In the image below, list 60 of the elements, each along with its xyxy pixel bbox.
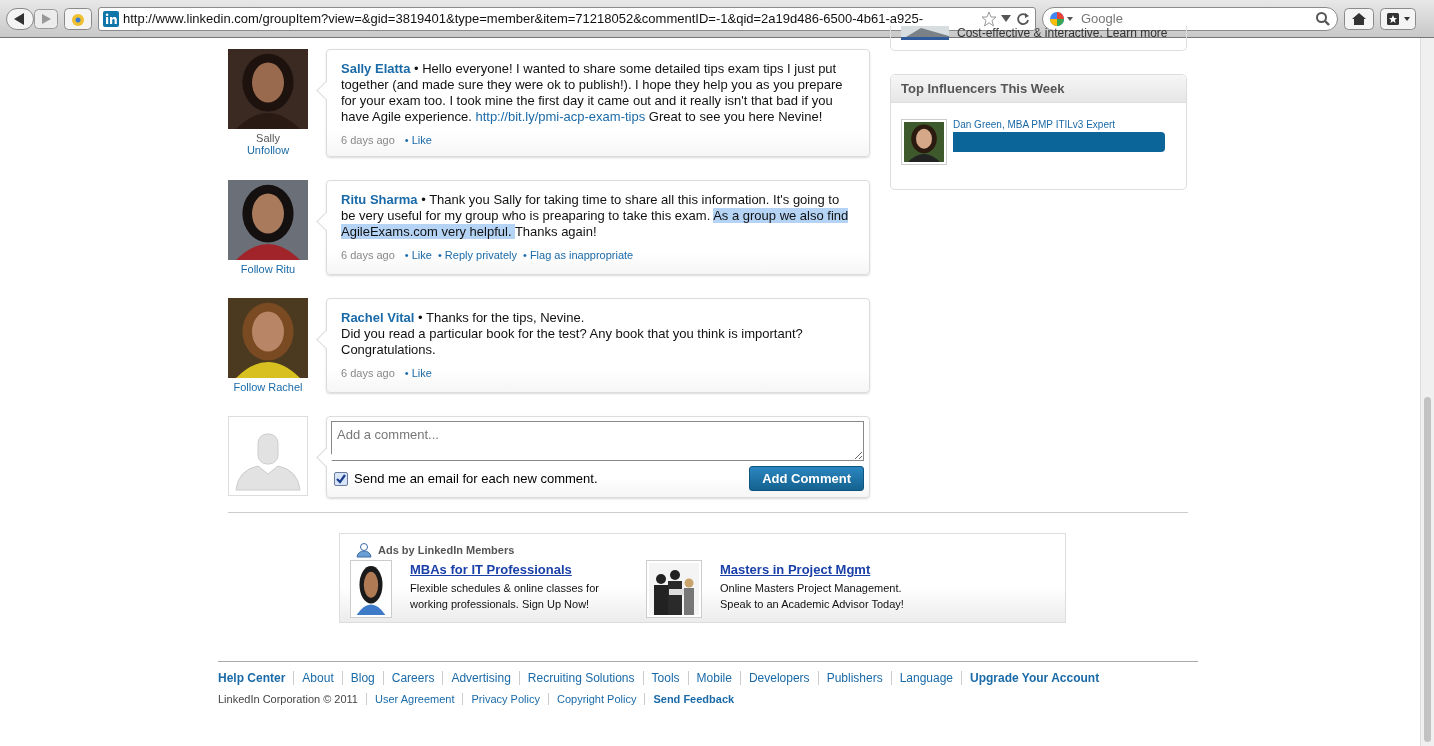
timestamp: 6 days ago xyxy=(341,367,395,379)
timestamp: 6 days ago xyxy=(341,134,395,146)
action-link[interactable]: • Flag as inappropriate xyxy=(522,249,634,261)
ads-title: Ads by LinkedIn Members xyxy=(378,544,515,556)
email-checkbox[interactable] xyxy=(334,471,348,486)
comment-text: Sally Elatta • Hello everyone! I wanted to share some detailed tips exam tips I just put together (and made sure they were ok to publish!). I hope they help you as you prepare for your exam too. I took mine the first day it came out and it really isn't that bad if you have Agile experience. http://bit.ly/pmi-acp-exam-tips Great to see you here Nevine! xyxy=(341,61,844,125)
scrollbar[interactable] xyxy=(1420,38,1434,746)
footer-link[interactable]: Advertising xyxy=(442,671,519,685)
comment-text: Ritu Sharma • Thank you Sally for taking time to share all this information. It's going to be very useful for my group who is preaparing to take this exam. As a group we also find AgileExams.com very helpful. Thanks again! xyxy=(341,192,850,240)
inline-link[interactable]: http://bit.ly/pmi-acp-exam-tips xyxy=(475,109,646,124)
follow-link[interactable]: Unfollow xyxy=(246,144,290,156)
influencer-name[interactable]: Dan Green, MBA PMP ITILv3 Expert xyxy=(953,119,1165,130)
url-text: http://www.linkedin.com/groupItem?view=&gid=3819401&type=member&item=71218052&commentID=-1&qid=2a19d486-6500-4b61-a925- xyxy=(123,11,924,26)
footer-link[interactable]: Publishers xyxy=(817,671,891,685)
site-icon[interactable] xyxy=(103,10,119,27)
add-comment-button[interactable]: Add Comment xyxy=(749,466,864,491)
person-icon[interactable] xyxy=(356,542,372,558)
footer-link[interactable]: Help Center xyxy=(218,671,294,685)
footer-link[interactable]: Privacy Policy xyxy=(462,693,548,705)
reload-icon[interactable] xyxy=(1015,10,1031,27)
footer-link[interactable]: Upgrade Your Account xyxy=(961,671,1108,685)
author-link[interactable]: Ritu Sharma xyxy=(341,192,418,207)
google-icon[interactable] xyxy=(1049,10,1075,27)
follow-link[interactable]: Follow Rachel xyxy=(233,381,303,393)
action-link[interactable]: • Like xyxy=(404,134,432,146)
action-link[interactable]: • Reply privately xyxy=(437,249,517,261)
footer-link[interactable]: Recruiting Solutions xyxy=(518,671,643,685)
footer-link[interactable]: Copyright Policy xyxy=(547,693,645,705)
ad-text: Online Masters Project Management. Speak to an Academic Advisor Today! xyxy=(720,581,905,612)
footer-link[interactable]: Send Feedback xyxy=(644,693,743,705)
back-button[interactable] xyxy=(6,7,34,30)
action-link[interactable]: • Like xyxy=(404,249,432,261)
extension-icon[interactable] xyxy=(64,7,92,30)
footer-link[interactable]: Developers xyxy=(739,671,818,685)
copyright-text: LinkedIn Corporation © 2011 xyxy=(218,693,359,705)
member-name: Sally xyxy=(256,132,280,144)
bookmarks-button[interactable] xyxy=(1380,7,1416,30)
panel-title: Top Influencers This Week xyxy=(891,75,1186,103)
star-icon[interactable] xyxy=(981,10,997,27)
dropdown-icon[interactable] xyxy=(1001,14,1011,23)
footer-link[interactable]: User Agreement xyxy=(366,693,463,705)
footer-link[interactable]: Language xyxy=(890,671,962,685)
home-button[interactable] xyxy=(1344,7,1374,30)
footer-link[interactable]: Mobile xyxy=(687,671,740,685)
checkbox-label: Send me an email for each new comment. xyxy=(354,471,598,486)
comment-text: Rachel Vital • Thanks for the tips, Nevine. Did you read a particular book for the test? Any book that you think is important? Congratulations. xyxy=(341,310,804,358)
ad-text: Flexible schedules & online classes for working professionals. Sign Up Now! xyxy=(410,581,600,612)
footer-link[interactable]: Tools xyxy=(642,671,688,685)
follow-link[interactable]: Follow Ritu xyxy=(240,263,296,275)
author-link[interactable]: Sally Elatta xyxy=(341,61,411,76)
ad-headline-link[interactable]: Masters in Project Mgmt xyxy=(720,562,871,577)
author-link[interactable]: Rachel Vital xyxy=(341,310,415,325)
action-link[interactable]: • Like xyxy=(404,367,432,379)
footer-link[interactable]: About xyxy=(293,671,342,685)
footer-link[interactable]: Blog xyxy=(341,671,383,685)
ad-headline-link[interactable]: MBAs for IT Professionals xyxy=(410,562,572,577)
timestamp: 6 days ago xyxy=(341,249,395,261)
footer-link[interactable]: Careers xyxy=(382,671,443,685)
search-icon[interactable] xyxy=(1315,10,1331,27)
comment-field[interactable]: Add a comment... xyxy=(331,421,864,461)
